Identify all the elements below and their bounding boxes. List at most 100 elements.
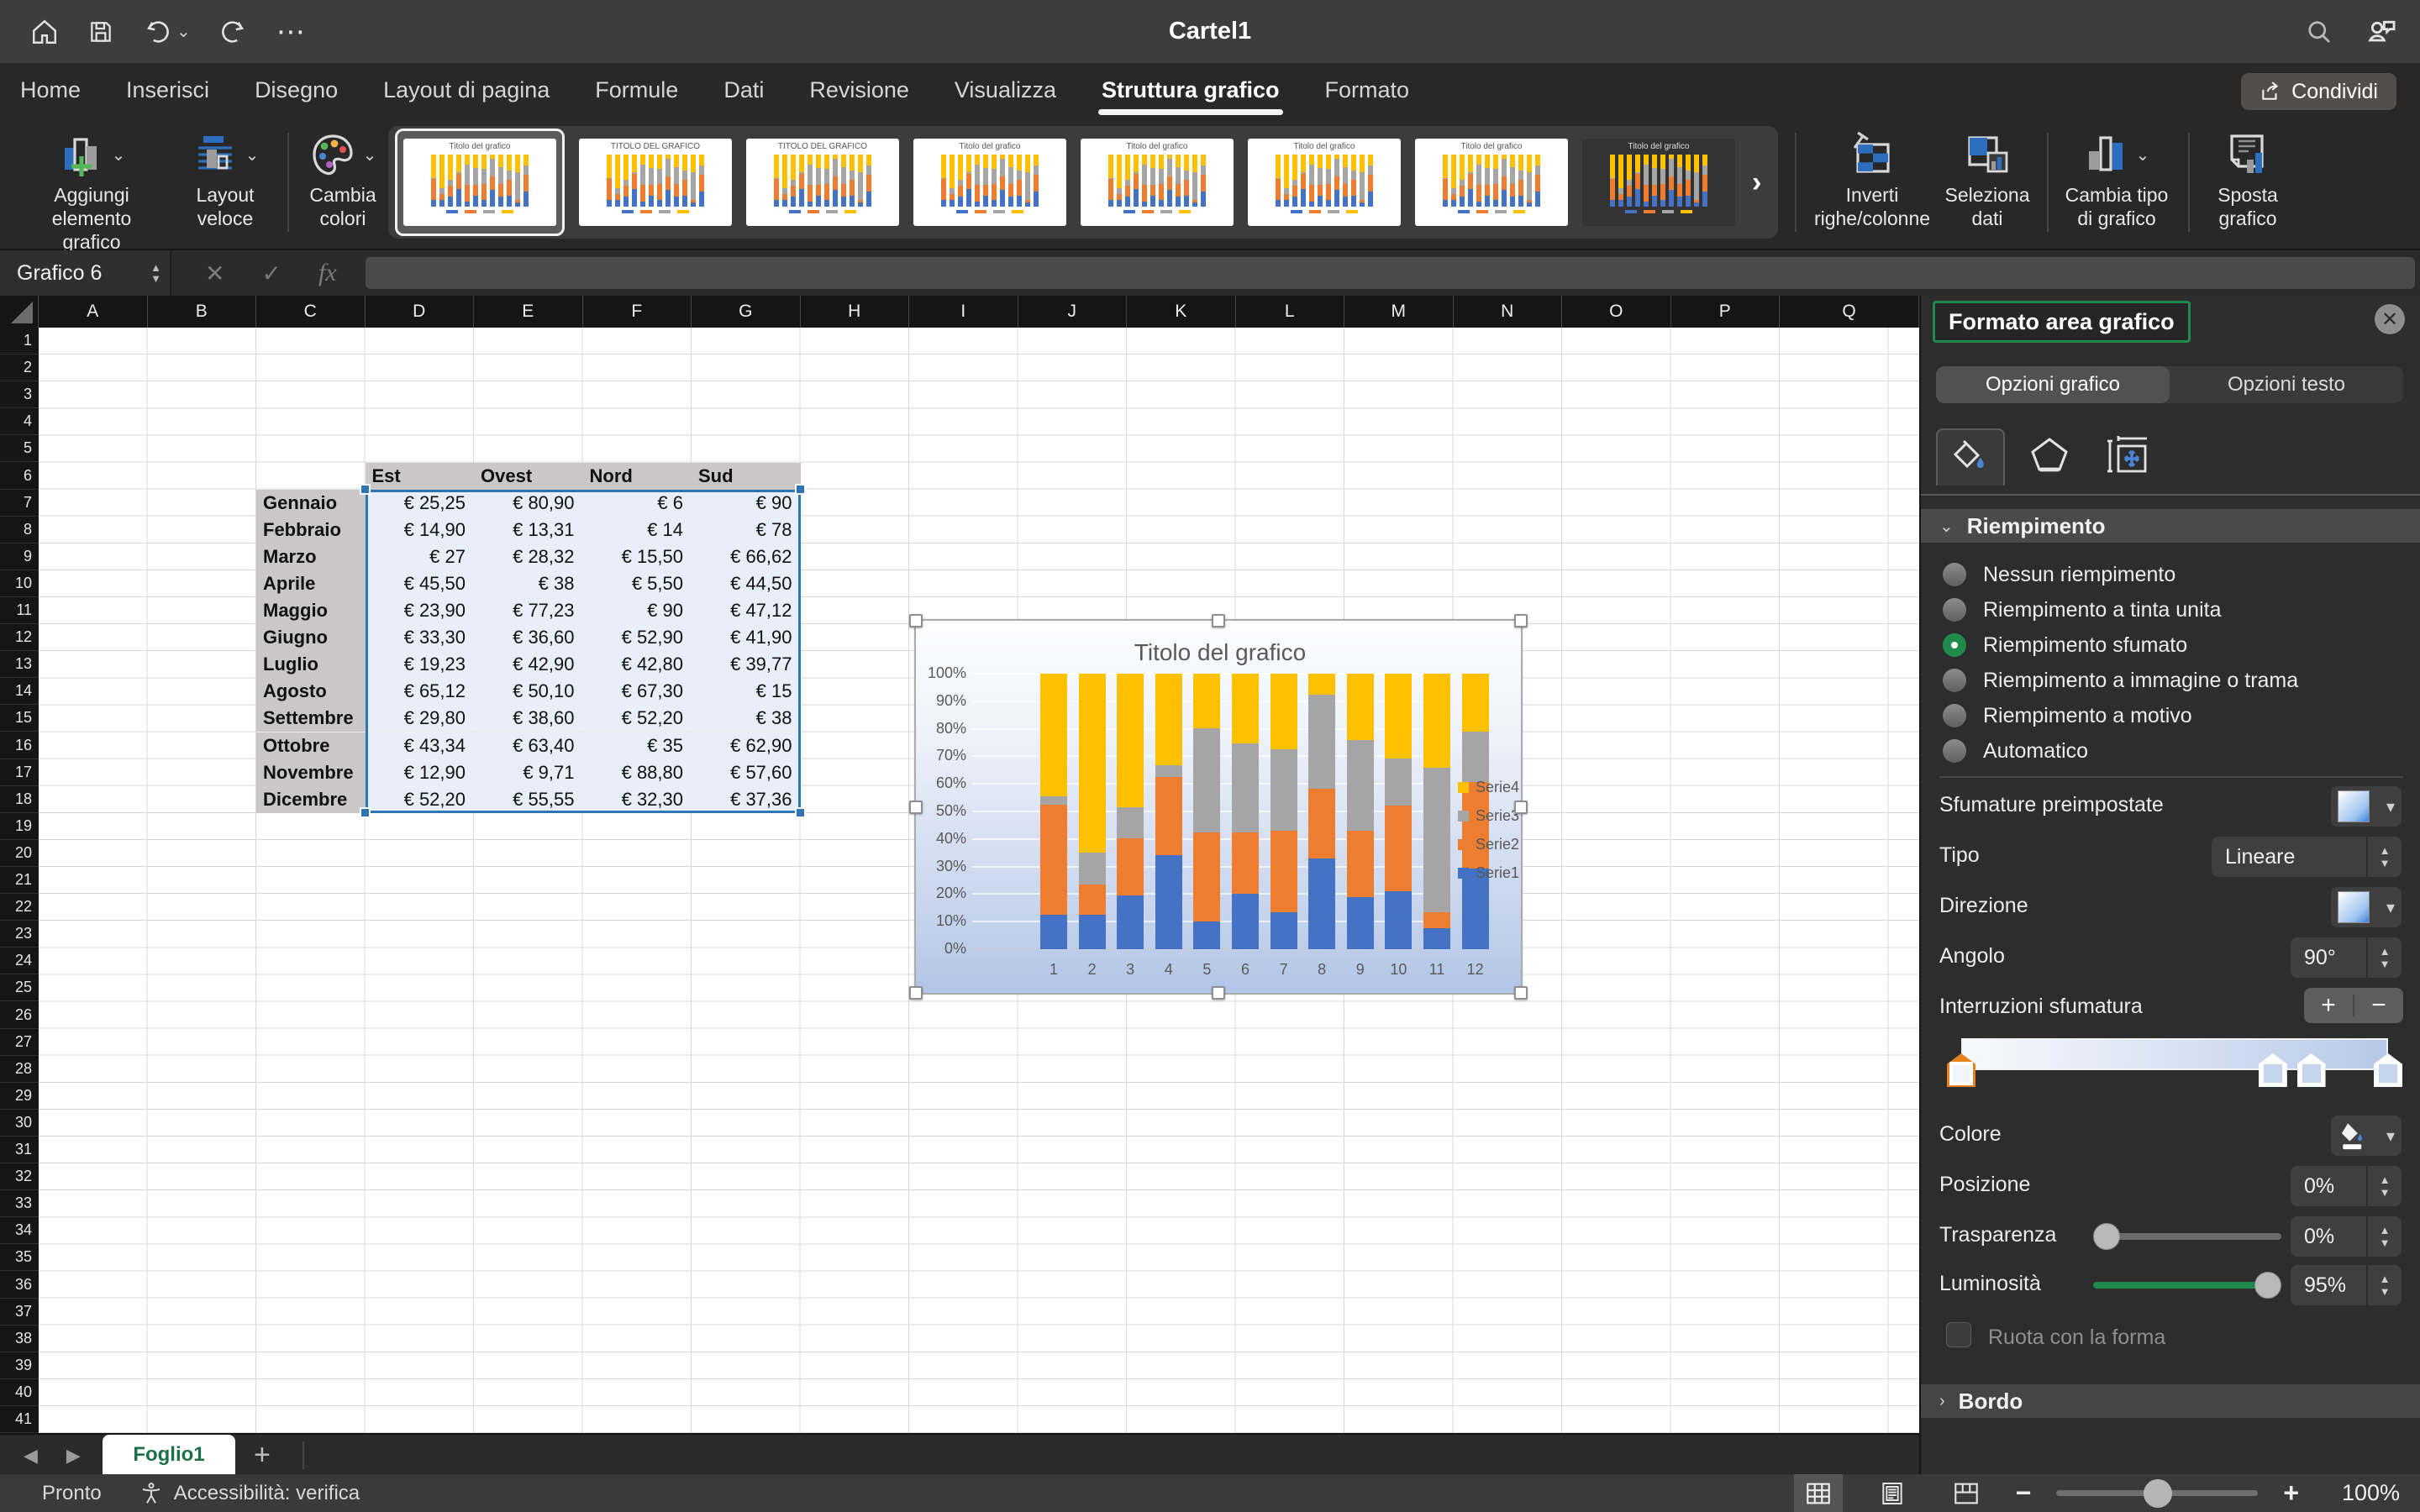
transparency-stepper[interactable]: 0% ▲▼ [2291, 1216, 2402, 1257]
value-cell[interactable]: € 27 [366, 543, 475, 570]
value-cell[interactable]: € 45,50 [366, 570, 475, 597]
angle-stepper[interactable]: 90° ▲▼ [2291, 937, 2402, 978]
value-cell[interactable]: € 6 [583, 490, 692, 517]
row-header-6[interactable]: 6 [0, 463, 39, 490]
transparency-slider-thumb[interactable] [2093, 1223, 2120, 1250]
row-header-32[interactable]: 32 [0, 1163, 39, 1190]
row-header-24[interactable]: 24 [0, 948, 39, 974]
select-data-button[interactable]: Selezionadati [1941, 131, 2033, 230]
chart-bar[interactable] [1155, 674, 1182, 949]
chart-bar[interactable] [1270, 674, 1297, 949]
value-cell[interactable]: € 42,90 [474, 651, 583, 678]
menu-tab-dati[interactable]: Dati [722, 74, 765, 107]
fill-option-1[interactable]: Nessun riempimento [1943, 558, 2175, 591]
column-header-J[interactable]: J [1018, 296, 1128, 328]
value-cell[interactable]: € 15 [692, 678, 801, 705]
value-cell[interactable]: € 37,36 [692, 786, 801, 813]
gallery-next-icon[interactable]: › [1752, 166, 1761, 199]
column-header-D[interactable]: D [366, 296, 475, 328]
column-header-I[interactable]: I [909, 296, 1018, 328]
month-cell-gennaio[interactable]: Gennaio [256, 490, 366, 517]
change-chart-type-button[interactable]: ⌄ Cambia tipodi grafico [2060, 131, 2173, 230]
prev-sheet-icon[interactable]: ◀ [24, 1445, 38, 1467]
menu-tab-formato[interactable]: Formato [1323, 74, 1412, 107]
value-cell[interactable]: € 52,20 [366, 786, 475, 813]
row-header-39[interactable]: 39 [0, 1352, 39, 1379]
value-cell[interactable]: € 90 [583, 597, 692, 624]
remove-stop-button[interactable]: − [2354, 991, 2403, 1020]
add-chart-element-button[interactable]: ⌄ Aggiungielemento grafico [20, 131, 163, 254]
header-cell-est[interactable]: Est [366, 463, 475, 490]
column-header-N[interactable]: N [1454, 296, 1563, 328]
value-cell[interactable]: € 38 [474, 570, 583, 597]
value-cell[interactable]: € 36,60 [474, 624, 583, 651]
column-header-E[interactable]: E [474, 296, 583, 328]
row-header-1[interactable]: 1 [0, 328, 39, 354]
chart-bar[interactable] [1117, 674, 1144, 949]
column-header-C[interactable]: C [256, 296, 366, 328]
type-select[interactable]: Lineare ▲▼ [2212, 837, 2402, 877]
select-all-corner[interactable] [0, 296, 39, 328]
value-cell[interactable]: € 43,34 [366, 732, 475, 759]
chart-resize-handle[interactable] [909, 801, 923, 814]
chart[interactable]: Titolo del grafico 0%10%20%30%40%50%60%7… [914, 619, 1523, 995]
chart-style-thumbnail-6[interactable]: Titolo del grafico [1248, 139, 1401, 226]
chart-bar[interactable] [1347, 674, 1374, 949]
row-header-17[interactable]: 17 [0, 759, 39, 786]
chart-style-thumbnail-5[interactable]: Titolo del grafico [1081, 139, 1234, 226]
month-cell-novembre[interactable]: Novembre [256, 759, 366, 786]
row-header-35[interactable]: 35 [0, 1244, 39, 1271]
zoom-level[interactable]: 100% [2324, 1480, 2400, 1506]
column-header-P[interactable]: P [1671, 296, 1781, 328]
chart-title[interactable]: Titolo del grafico [916, 639, 1524, 666]
value-cell[interactable]: € 57,60 [692, 759, 801, 786]
chart-resize-handle[interactable] [909, 986, 923, 1000]
row-header-11[interactable]: 11 [0, 597, 39, 624]
value-cell[interactable]: € 66,62 [692, 543, 801, 570]
row-header-9[interactable]: 9 [0, 543, 39, 570]
value-cell[interactable]: € 39,77 [692, 651, 801, 678]
menu-tab-visualizza[interactable]: Visualizza [953, 74, 1058, 107]
selection-handle[interactable] [795, 484, 806, 495]
value-cell[interactable]: € 67,30 [583, 678, 692, 705]
column-header-L[interactable]: L [1236, 296, 1345, 328]
feedback-icon[interactable] [2365, 15, 2398, 49]
column-header-Q[interactable]: Q [1780, 296, 1919, 328]
legend-item-serie1[interactable]: Serie1 [1458, 864, 1519, 882]
row-header-27[interactable]: 27 [0, 1029, 39, 1056]
row-header-13[interactable]: 13 [0, 651, 39, 678]
value-cell[interactable]: € 14,90 [366, 517, 475, 543]
size-properties-tab[interactable] [2094, 428, 2160, 484]
value-cell[interactable]: € 5,50 [583, 570, 692, 597]
row-header-30[interactable]: 30 [0, 1110, 39, 1137]
value-cell[interactable]: € 38 [692, 705, 801, 732]
value-cell[interactable]: € 9,71 [474, 759, 583, 786]
chart-bar[interactable] [1040, 674, 1067, 949]
quick-layout-button[interactable]: ⌄ Layoutveloce [175, 131, 276, 230]
row-header-14[interactable]: 14 [0, 678, 39, 705]
month-cell-dicembre[interactable]: Dicembre [256, 786, 366, 813]
menu-tab-struttura-grafico[interactable]: Struttura grafico [1100, 74, 1281, 107]
row-header-25[interactable]: 25 [0, 974, 39, 1001]
chart-bar[interactable] [1423, 674, 1450, 949]
value-cell[interactable]: € 65,12 [366, 678, 475, 705]
row-header-34[interactable]: 34 [0, 1217, 39, 1244]
column-header-F[interactable]: F [583, 296, 692, 328]
row-header-28[interactable]: 28 [0, 1056, 39, 1083]
radio-button[interactable] [1943, 563, 1966, 586]
month-cell-luglio[interactable]: Luglio [256, 651, 366, 678]
direction-dropdown[interactable]: ▾ [2331, 887, 2402, 927]
selection-handle[interactable] [360, 484, 371, 495]
row-header-41[interactable]: 41 [0, 1406, 39, 1433]
value-cell[interactable]: € 23,90 [366, 597, 475, 624]
rotate-with-shape-checkbox[interactable] [1946, 1322, 1971, 1347]
value-cell[interactable]: € 33,30 [366, 624, 475, 651]
chart-resize-handle[interactable] [1514, 614, 1528, 627]
chart-bar[interactable] [1385, 674, 1412, 949]
close-icon[interactable]: ✕ [2375, 304, 2405, 334]
menu-tab-layout-di-pagina[interactable]: Layout di pagina [381, 74, 551, 107]
move-chart-button[interactable]: Spostagrafico [2202, 131, 2294, 230]
value-cell[interactable]: € 63,40 [474, 732, 583, 759]
month-cell-agosto[interactable]: Agosto [256, 678, 366, 705]
formula-input[interactable] [366, 257, 2415, 289]
